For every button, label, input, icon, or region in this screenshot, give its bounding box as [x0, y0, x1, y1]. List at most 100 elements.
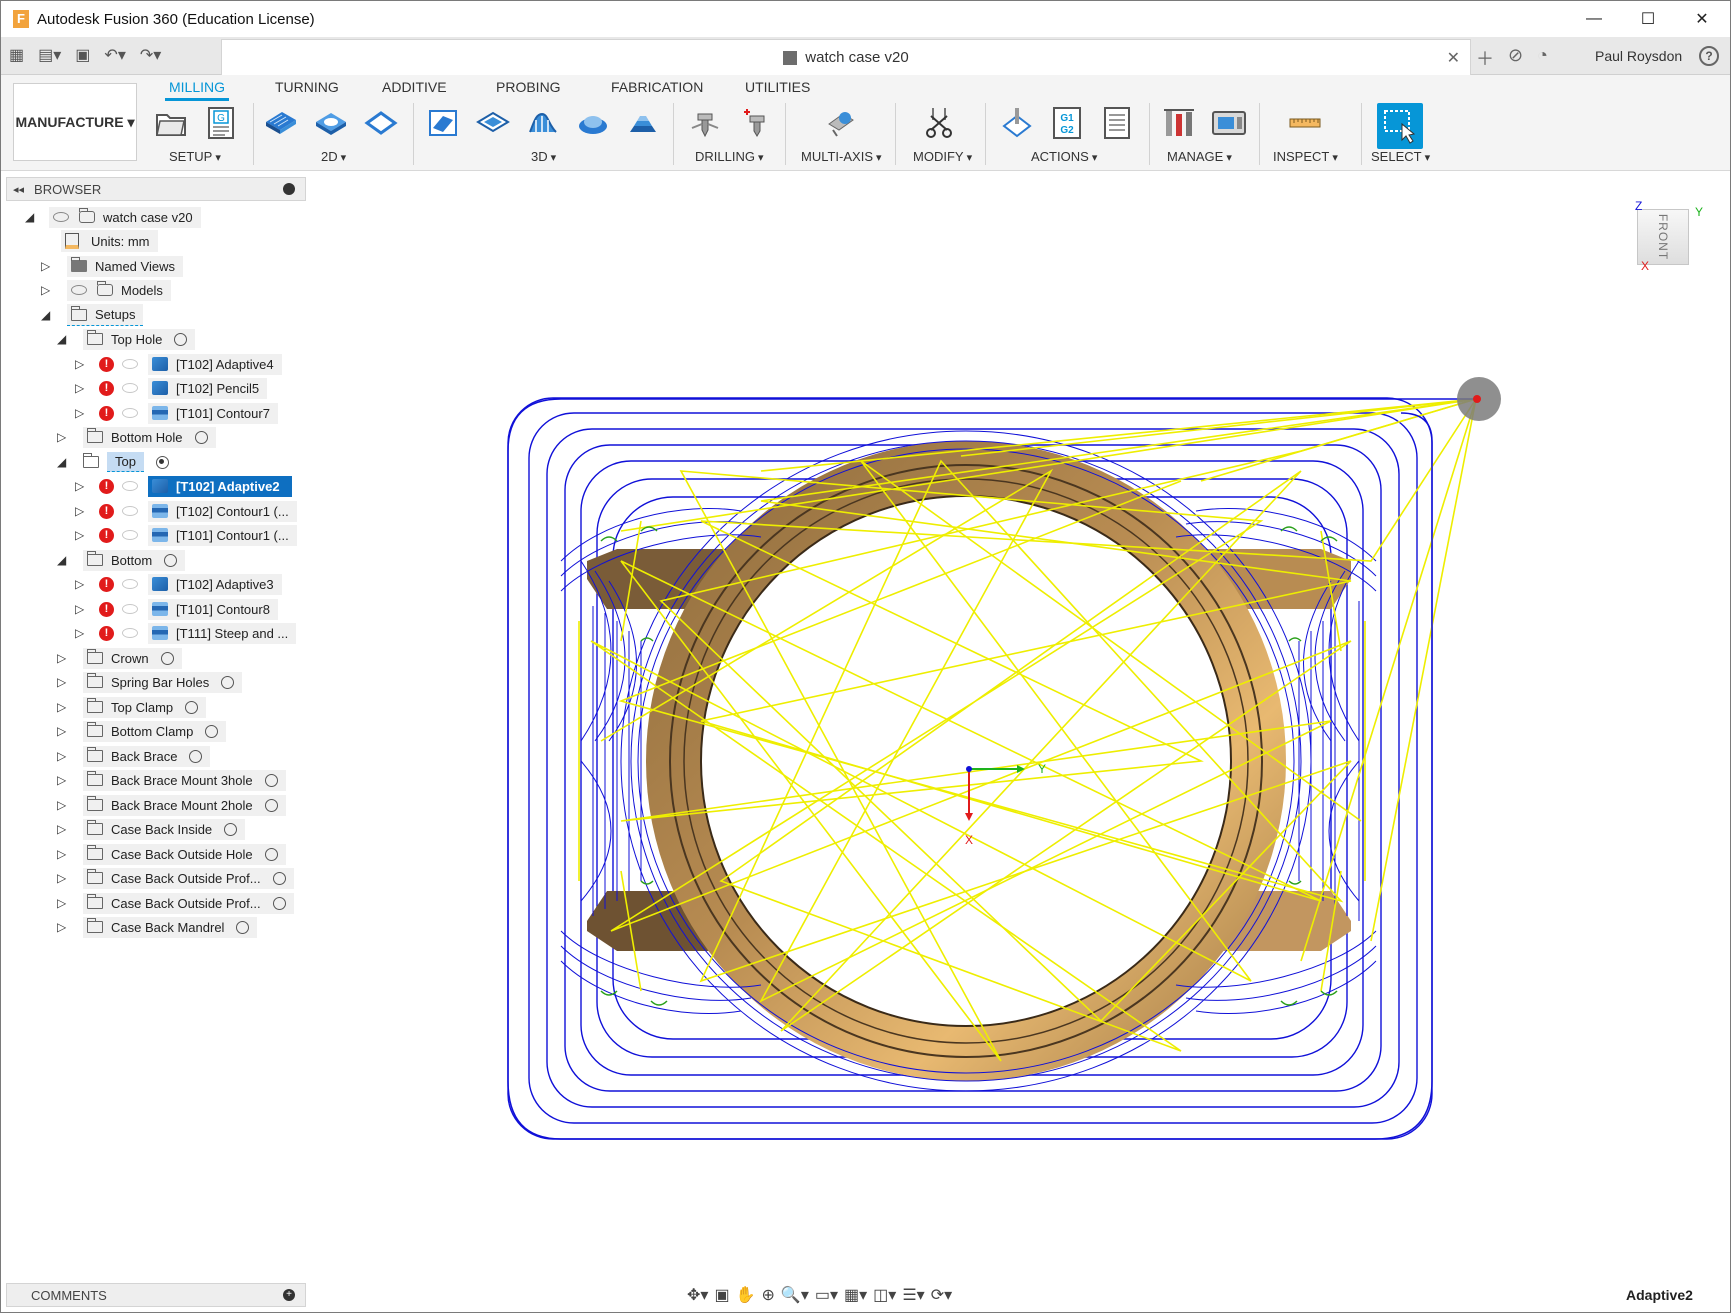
minimize-button[interactable]: — — [1571, 1, 1617, 37]
visibility-eye-icon[interactable] — [122, 604, 138, 614]
contour-icon[interactable] — [625, 105, 661, 141]
expand-arrow-icon[interactable]: ▷ — [57, 651, 69, 665]
setup-sheet-icon[interactable] — [1099, 105, 1135, 141]
activate-radio-icon[interactable] — [194, 430, 208, 444]
undo-icon[interactable]: ↶▾ — [104, 45, 125, 65]
activate-radio-icon[interactable] — [164, 553, 178, 567]
grid-settings-icon[interactable]: ▦▾ — [844, 1285, 867, 1305]
setup-bottom[interactable]: ◢ Bottom — [57, 548, 186, 572]
nc-program-icon[interactable]: G — [203, 105, 239, 141]
setup-back-brace-mount-2hole[interactable]: ▷ Back Brace Mount 2hole — [57, 793, 286, 817]
group-manage[interactable]: MANAGE — [1167, 149, 1232, 164]
tab-milling[interactable]: MILLING — [164, 79, 230, 101]
activate-radio-icon[interactable] — [272, 871, 286, 885]
activate-radio-icon[interactable] — [264, 798, 278, 812]
refresh-icon[interactable]: ⟳▾ — [931, 1285, 952, 1305]
face-icon[interactable] — [363, 105, 399, 141]
activate-radio-icon[interactable] — [160, 651, 174, 665]
operation-item[interactable]: ▷ ! [T102] Adaptive3 — [75, 572, 282, 596]
visibility-eye-icon[interactable] — [122, 579, 138, 589]
expand-arrow-icon[interactable]: ▷ — [57, 430, 69, 444]
tab-probing[interactable]: PROBING — [496, 79, 561, 95]
display-settings-icon[interactable]: ▭▾ — [815, 1285, 838, 1305]
activate-radio-icon[interactable] — [236, 920, 250, 934]
view-cube[interactable]: FRONT Z Y X — [1631, 199, 1703, 273]
visibility-eye-icon[interactable] — [122, 383, 138, 393]
setup-case-back-inside[interactable]: ▷ Case Back Inside — [57, 817, 246, 841]
comments-panel[interactable]: COMMENTS + — [6, 1283, 306, 1307]
toolpath-display-icon[interactable]: ☰▾ — [902, 1285, 924, 1305]
zoom-icon[interactable]: ⊕ — [761, 1285, 774, 1305]
file-menu-icon[interactable]: ▤▾ — [38, 45, 61, 65]
group-drilling[interactable]: DRILLING — [695, 149, 764, 164]
2d-pocket-icon[interactable] — [313, 105, 349, 141]
3d-viewport[interactable]: Y X — [307, 171, 1730, 1311]
add-comment-icon[interactable]: + — [283, 1289, 295, 1301]
parallel-icon[interactable] — [525, 105, 561, 141]
document-tab[interactable]: watch case v20 ✕ — [221, 39, 1471, 75]
setup-spring-bar-holes[interactable]: ▷ Spring Bar Holes — [57, 670, 243, 694]
post-process-icon[interactable]: G1 G2 — [1049, 105, 1085, 141]
collapse-arrow-icon[interactable]: ◢ — [57, 455, 69, 469]
operation-item[interactable]: ▷ ! [T102] Contour1 (... — [75, 499, 297, 523]
group-select[interactable]: SELECT — [1371, 149, 1430, 164]
expand-arrow-icon[interactable]: ▷ — [57, 847, 69, 861]
activate-radio-icon[interactable] — [205, 724, 219, 738]
expand-arrow-icon[interactable]: ▷ — [41, 259, 53, 273]
activate-radio-icon[interactable] — [264, 773, 278, 787]
group-2d[interactable]: 2D — [321, 149, 346, 164]
collapse-arrow-icon[interactable]: ◢ — [25, 210, 37, 224]
user-name[interactable]: Paul Roysdon — [1595, 48, 1682, 64]
measure-icon[interactable] — [1287, 105, 1323, 141]
expand-arrow-icon[interactable]: ▷ — [41, 283, 53, 297]
collapse-arrow-icon[interactable]: ◢ — [57, 332, 69, 346]
tree-root[interactable]: ◢ watch case v20 — [25, 205, 201, 229]
setup-back-brace-mount-3hole[interactable]: ▷ Back Brace Mount 3hole — [57, 768, 286, 792]
activate-radio-icon[interactable] — [174, 332, 188, 346]
setup-bottom-hole[interactable]: ▷ Bottom Hole — [57, 425, 216, 449]
expand-arrow-icon[interactable]: ▷ — [57, 773, 69, 787]
hole-recognition-icon[interactable] — [737, 105, 773, 141]
scissors-icon[interactable] — [923, 105, 959, 141]
pan-icon[interactable]: ✋ — [736, 1285, 756, 1305]
expand-arrow-icon[interactable]: ▷ — [57, 675, 69, 689]
activate-radio-icon[interactable] — [221, 675, 235, 689]
expand-arrow-icon[interactable]: ▷ — [57, 920, 69, 934]
simulate-icon[interactable] — [999, 105, 1035, 141]
tab-additive[interactable]: ADDITIVE — [382, 79, 447, 95]
visibility-eye-icon[interactable] — [122, 628, 138, 638]
activate-radio-icon[interactable] — [272, 896, 286, 910]
redo-icon[interactable]: ↷▾ — [140, 45, 161, 65]
app-grid-icon[interactable]: ▦ — [9, 45, 24, 65]
activate-radio-icon[interactable] — [224, 822, 238, 836]
tool-library-icon[interactable] — [1161, 105, 1197, 141]
activate-radio-icon[interactable] — [189, 749, 203, 763]
select-tool-icon[interactable] — [1377, 103, 1423, 149]
expand-arrow-icon[interactable]: ▷ — [57, 871, 69, 885]
visibility-eye-icon[interactable] — [71, 285, 87, 295]
tree-setups[interactable]: ◢ Setups — [41, 303, 144, 327]
operation-item[interactable]: ▷ ! [T111] Steep and ... — [75, 621, 297, 645]
expand-arrow-icon[interactable]: ▷ — [75, 577, 87, 591]
machine-library-icon[interactable] — [1211, 105, 1247, 141]
look-at-icon[interactable]: ▣ — [714, 1285, 729, 1305]
save-icon[interactable]: ▣ — [75, 45, 90, 65]
expand-arrow-icon[interactable]: ▷ — [57, 822, 69, 836]
group-3d[interactable]: 3D — [531, 149, 556, 164]
active-setup-radio-icon[interactable] — [155, 455, 169, 469]
tree-units[interactable]: Units: mm — [61, 229, 158, 253]
setup-top[interactable]: ◢ Top — [57, 450, 169, 474]
collapse-browser-icon[interactable]: ◂◂ — [13, 183, 24, 196]
operation-item-selected[interactable]: ▷ ! [T102] Adaptive2 — [75, 474, 292, 498]
setup-top-hole[interactable]: ◢ Top Hole — [57, 327, 196, 351]
workspace-switcher[interactable]: MANUFACTURE ▾ — [13, 83, 137, 161]
3d-pocket-icon[interactable] — [475, 105, 511, 141]
operation-item[interactable]: ▷ ! [T101] Contour8 — [75, 597, 278, 621]
setup-folder-icon[interactable] — [153, 105, 189, 141]
collapse-arrow-icon[interactable]: ◢ — [41, 308, 53, 322]
multi-axis-icon[interactable] — [823, 105, 859, 141]
browser-header[interactable]: ◂◂ BROWSER — [6, 177, 306, 201]
operation-item[interactable]: ▷ ! [T101] Contour1 (... — [75, 523, 297, 547]
scallop-icon[interactable] — [575, 105, 611, 141]
expand-arrow-icon[interactable]: ▷ — [75, 381, 87, 395]
